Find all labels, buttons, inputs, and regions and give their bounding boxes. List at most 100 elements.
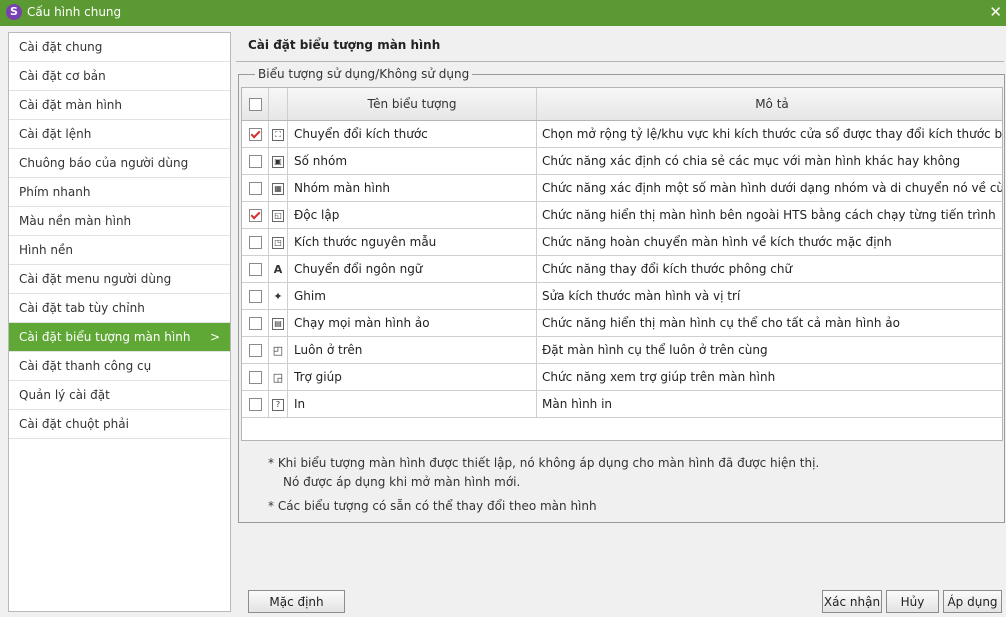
sidebar-item-hotkeys[interactable]: Phím nhanh: [9, 178, 230, 207]
row-checkbox[interactable]: [248, 344, 262, 357]
icon-description: Chức năng xác định có chia sẻ các mục vớ…: [536, 147, 1002, 175]
table-row[interactable]: ▦ Nhóm màn hình Chức năng xác định một s…: [242, 174, 1002, 202]
select-all-checkbox[interactable]: [248, 98, 262, 111]
title-divider: [236, 61, 1004, 62]
table-row[interactable]: ✦ Ghim Sửa kích thước màn hình và vị trí: [242, 282, 1002, 310]
print-icon: ?: [272, 398, 284, 411]
sidebar-item-label: Cài đặt biểu tượng màn hình: [19, 330, 191, 344]
detach-window-icon: ◱: [272, 209, 284, 222]
sidebar-item-label: Cài đặt chuột phải: [19, 417, 129, 431]
sidebar-item-label: Cài đặt cơ bản: [19, 69, 106, 83]
always-on-top-icon: ◰: [272, 343, 284, 357]
sidebar-item-screen-icons[interactable]: Cài đặt biểu tượng màn hình >: [9, 323, 230, 352]
sidebar-item-screen[interactable]: Cài đặt màn hình: [9, 91, 230, 120]
sidebar-item-user-alarm[interactable]: Chuông báo của người dùng: [9, 149, 230, 178]
sidebar-item-manage-settings[interactable]: Quản lý cài đặt: [9, 381, 230, 410]
row-checkbox[interactable]: [248, 182, 262, 195]
select-all-header[interactable]: [242, 88, 269, 121]
icon-description: Chức năng hiển thị màn hình bên ngoài HT…: [536, 201, 1002, 229]
icon-description: Đặt màn hình cụ thể luôn ở trên cùng: [536, 336, 1002, 364]
sidebar-item-label: Màu nền màn hình: [19, 214, 132, 228]
screen-group-icon: ▦: [272, 182, 284, 195]
app-logo-icon: S: [6, 4, 22, 20]
sidebar-item-label: Quản lý cài đặt: [19, 388, 110, 402]
icon-description: Sửa kích thước màn hình và vị trí: [536, 282, 1002, 310]
note-line-1: * Khi biểu tượng màn hình được thiết lập…: [268, 456, 820, 470]
table-row[interactable]: ◱ Độc lập Chức năng hiển thị màn hình bê…: [242, 201, 1002, 229]
close-icon[interactable]: ✕: [989, 3, 1002, 21]
table-row[interactable]: ▤ Chạy mọi màn hình ảo Chức năng hiển th…: [242, 309, 1002, 337]
row-checkbox[interactable]: [248, 263, 262, 276]
icon-name: Số nhóm: [287, 147, 537, 175]
icon-description: Chức năng hoàn chuyển màn hình về kích t…: [536, 228, 1002, 256]
icon-name: Chạy mọi màn hình ảo: [287, 309, 537, 337]
sidebar-item-label: Cài đặt chung: [19, 40, 103, 54]
original-size-icon: ◳: [272, 236, 284, 249]
group-legend: Biểu tượng sử dụng/Không sử dụng: [255, 67, 473, 81]
description-column-header: Mô tả: [536, 88, 1002, 121]
resize-toggle-icon: ⛶: [272, 128, 284, 141]
icon-name: In: [287, 390, 537, 418]
icon-description: Chức năng hiển thị màn hình cụ thể cho t…: [536, 309, 1002, 337]
icon-description: Chức năng xem trợ giúp trên màn hình: [536, 363, 1002, 391]
sidebar-item-label: Cài đặt thanh công cụ: [19, 359, 152, 373]
icon-table: Tên biểu tượng Mô tả ⛶ Chuyển đổi kích t…: [241, 87, 1003, 441]
apply-button[interactable]: Áp dụng: [943, 590, 1002, 613]
icon-name: Chuyển đổi kích thước: [287, 120, 537, 148]
icon-name: Trợ giúp: [287, 363, 537, 391]
pin-icon: ✦: [273, 289, 283, 303]
sidebar-item-order[interactable]: Cài đặt lệnh: [9, 120, 230, 149]
icon-description: Chọn mở rộng tỷ lệ/khu vực khi kích thướ…: [536, 120, 1002, 148]
icon-description: Chức năng thay đổi kích thước phông chữ: [536, 255, 1002, 283]
sidebar-item-general[interactable]: Cài đặt chung: [9, 33, 230, 62]
sidebar-item-right-click[interactable]: Cài đặt chuột phải: [9, 410, 230, 439]
row-checkbox[interactable]: [248, 236, 262, 249]
sidebar-item-label: Cài đặt tab tùy chỉnh: [19, 301, 145, 315]
help-icon: ◲: [272, 370, 284, 384]
sidebar-item-label: Chuông báo của người dùng: [19, 156, 189, 170]
table-row[interactable]: ⛶ Chuyển đổi kích thước Chọn mở rộng tỷ …: [242, 120, 1002, 148]
sidebar-item-label: Phím nhanh: [19, 185, 91, 199]
row-checkbox[interactable]: [248, 128, 262, 141]
table-row[interactable]: ◲ Trợ giúp Chức năng xem trợ giúp trên m…: [242, 363, 1002, 391]
sidebar-item-toolbar[interactable]: Cài đặt thanh công cụ: [9, 352, 230, 381]
sidebar-item-screen-bg-color[interactable]: Màu nền màn hình: [9, 207, 230, 236]
sidebar-item-basic[interactable]: Cài đặt cơ bản: [9, 62, 230, 91]
icon-name: Ghim: [287, 282, 537, 310]
table-header-row: Tên biểu tượng Mô tả: [242, 88, 1002, 121]
sidebar-item-label: Cài đặt lệnh: [19, 127, 92, 141]
sidebar-item-wallpaper[interactable]: Hình nền: [9, 236, 230, 265]
table-row[interactable]: ? In Màn hình in: [242, 390, 1002, 418]
confirm-button[interactable]: Xác nhận: [822, 590, 882, 613]
row-checkbox[interactable]: [248, 209, 262, 222]
sidebar: Cài đặt chung Cài đặt cơ bản Cài đặt màn…: [8, 32, 231, 612]
row-checkbox[interactable]: [248, 317, 262, 330]
sidebar-item-label: Hình nền: [19, 243, 73, 257]
title-bar: S Cấu hình chung ✕: [0, 0, 1006, 26]
row-checkbox[interactable]: [248, 155, 262, 168]
table-row[interactable]: ▣ Số nhóm Chức năng xác định có chia sẻ …: [242, 147, 1002, 175]
cancel-button[interactable]: Hủy: [886, 590, 939, 613]
sidebar-item-user-menu[interactable]: Cài đặt menu người dùng: [9, 265, 230, 294]
page-title: Cài đặt biểu tượng màn hình: [248, 38, 441, 52]
icon-name: Kích thước nguyên mẫu: [287, 228, 537, 256]
icon-column-header: [268, 88, 288, 121]
sidebar-item-label: Cài đặt màn hình: [19, 98, 122, 112]
row-checkbox[interactable]: [248, 398, 262, 411]
row-checkbox[interactable]: [248, 290, 262, 303]
name-column-header: Tên biểu tượng: [287, 88, 537, 121]
icon-description: Chức năng xác định một số màn hình dưới …: [536, 174, 1002, 202]
icon-name: Luôn ở trên: [287, 336, 537, 364]
table-row[interactable]: ◳ Kích thước nguyên mẫu Chức năng hoàn c…: [242, 228, 1002, 256]
default-button[interactable]: Mặc định: [248, 590, 345, 613]
font-size-icon: A: [273, 262, 283, 276]
table-row[interactable]: A Chuyển đổi ngôn ngữ Chức năng thay đổi…: [242, 255, 1002, 283]
table-row[interactable]: ◰ Luôn ở trên Đặt màn hình cụ thể luôn ở…: [242, 336, 1002, 364]
icon-name: Độc lập: [287, 201, 537, 229]
icon-name: Chuyển đổi ngôn ngữ: [287, 255, 537, 283]
sidebar-item-label: Cài đặt menu người dùng: [19, 272, 172, 286]
row-checkbox[interactable]: [248, 371, 262, 384]
window-title: Cấu hình chung: [27, 5, 122, 19]
sidebar-item-custom-tab[interactable]: Cài đặt tab tùy chỉnh: [9, 294, 230, 323]
group-number-icon: ▣: [272, 155, 284, 168]
